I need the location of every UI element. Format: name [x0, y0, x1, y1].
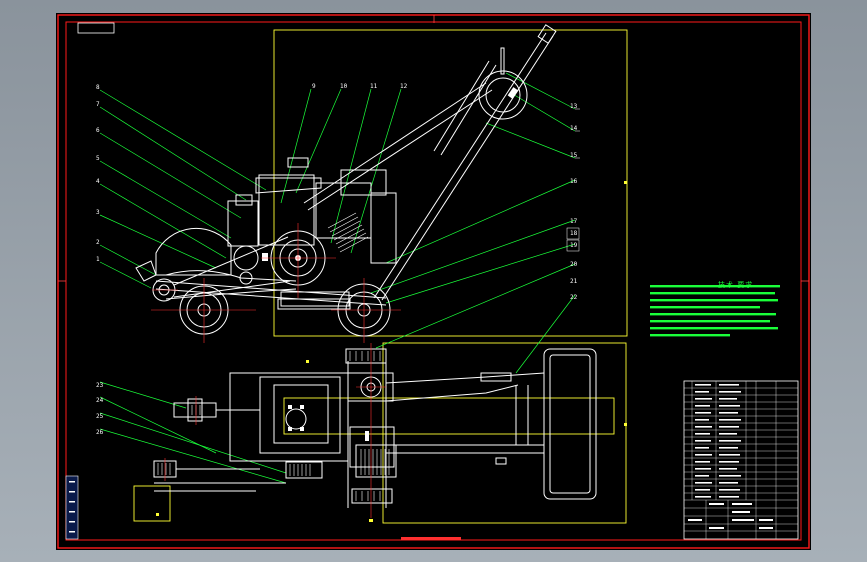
callout-1: 1: [96, 256, 100, 263]
callout-11: 11: [370, 83, 378, 90]
callout-22: 22: [570, 294, 578, 301]
callout-9: 9: [312, 83, 316, 90]
callout-19: 19: [570, 242, 578, 249]
bottom-scale: [401, 537, 461, 540]
callout-26: 26: [96, 429, 104, 436]
callout-14: 14: [570, 125, 578, 132]
leader-lines: [99, 72, 576, 484]
requirements-text: [650, 285, 780, 337]
callout-15: 15: [570, 152, 578, 159]
callout-3: 3: [96, 209, 100, 216]
callout-23: 23: [96, 382, 104, 389]
notes-title: 技术 要求: [718, 281, 754, 289]
callout-24: 24: [96, 397, 104, 404]
parts-list-entries: [695, 384, 741, 498]
plan-view: [153, 348, 597, 508]
side-elevation: [135, 24, 557, 337]
drawing-sheet: 8 7 6 5 4 3 2 1 9 10 11 12 13 14 15 16 1…: [56, 13, 811, 550]
callout-18: 18: [570, 230, 578, 237]
callout-5: 5: [96, 155, 100, 162]
callout-8: 8: [96, 84, 100, 91]
callout-7: 7: [96, 101, 100, 108]
callout-20: 20: [570, 261, 578, 268]
callout-2: 2: [96, 239, 100, 246]
side-solid-parts: [262, 87, 519, 261]
callout-13: 13: [570, 103, 578, 110]
callout-12: 12: [400, 83, 408, 90]
callout-numbers: 8 7 6 5 4 3 2 1 9 10 11 12 13 14 15 16 1…: [96, 83, 578, 436]
callout-25: 25: [96, 413, 104, 420]
callout-21: 21: [570, 278, 578, 285]
callout-shelves: [575, 108, 580, 159]
title-block: [683, 380, 799, 540]
plan-dim-marks: [156, 181, 627, 522]
callout-6: 6: [96, 127, 100, 134]
border-ticks: [58, 15, 809, 282]
cad-drawing: 8 7 6 5 4 3 2 1 9 10 11 12 13 14 15 16 1…: [57, 14, 810, 549]
corner-label-box: [77, 22, 115, 34]
callout-10: 10: [340, 83, 348, 90]
callout-4: 4: [96, 178, 100, 185]
left-title-strip: [65, 475, 79, 540]
callout-17: 17: [570, 218, 578, 225]
callout-16: 16: [570, 178, 578, 185]
plan-centerlines: [164, 343, 386, 518]
